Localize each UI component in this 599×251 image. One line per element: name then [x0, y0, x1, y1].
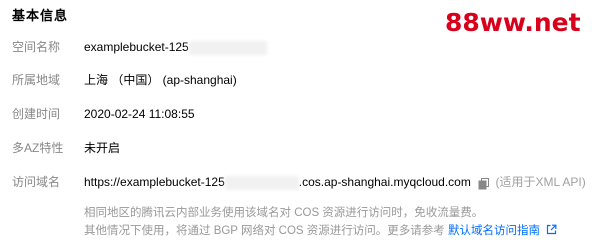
- multi-az-row: 多AZ特性 未开启: [0, 138, 599, 158]
- region-row: 所属地域 上海 （中国） (ap-shanghai): [0, 70, 599, 90]
- redacted-block: [224, 175, 299, 190]
- domain-prefix: https://examplebucket-125: [84, 175, 225, 189]
- created-row: 创建时间 2020-02-24 11:08:55: [0, 104, 599, 124]
- created-label: 创建时间: [12, 107, 61, 121]
- multi-az-label: 多AZ特性: [12, 141, 64, 155]
- external-link-icon[interactable]: [546, 224, 557, 235]
- created-value: 2020-02-24 11:08:55: [84, 107, 195, 121]
- region-value: 上海 （中国） (ap-shanghai): [84, 73, 237, 87]
- domain-value[interactable]: https://examplebucket-125 .cos.ap-shangha…: [84, 172, 586, 192]
- bucket-name-label: 空间名称: [12, 40, 61, 54]
- note-line-2-text: 其他情况下使用，将通过 BGP 网络对 COS 资源进行访问。更多请参考: [84, 225, 445, 237]
- domain-suffix: .cos.ap-shanghai.myqcloud.com: [298, 175, 471, 189]
- domain-label: 访问域名: [12, 175, 61, 189]
- watermark: 88ww.net: [445, 8, 581, 37]
- multi-az-value: 未开启: [84, 141, 121, 155]
- region-label: 所属地域: [12, 73, 61, 87]
- bucket-name-text: examplebucket-125: [84, 40, 189, 54]
- bucket-name-value: examplebucket-125: [84, 37, 267, 57]
- note-line-2: 其他情况下使用，将通过 BGP 网络对 COS 资源进行访问。更多请参考 默认域…: [84, 223, 557, 239]
- domain-hint: (适用于XML API): [495, 175, 586, 189]
- note-line-1: 相同地区的腾讯云内部业务使用该域名对 COS 资源进行访问时，免收流量费。: [84, 207, 484, 219]
- domain-row: 访问域名 https://examplebucket-125 .cos.ap-sh…: [0, 172, 599, 192]
- section-title: 基本信息: [12, 8, 69, 23]
- redacted-block: [188, 40, 267, 55]
- copy-icon[interactable]: [478, 176, 490, 190]
- bucket-name-row: 空间名称 examplebucket-125: [0, 37, 599, 57]
- default-domain-guide-link[interactable]: 默认域名访问指南: [448, 225, 540, 237]
